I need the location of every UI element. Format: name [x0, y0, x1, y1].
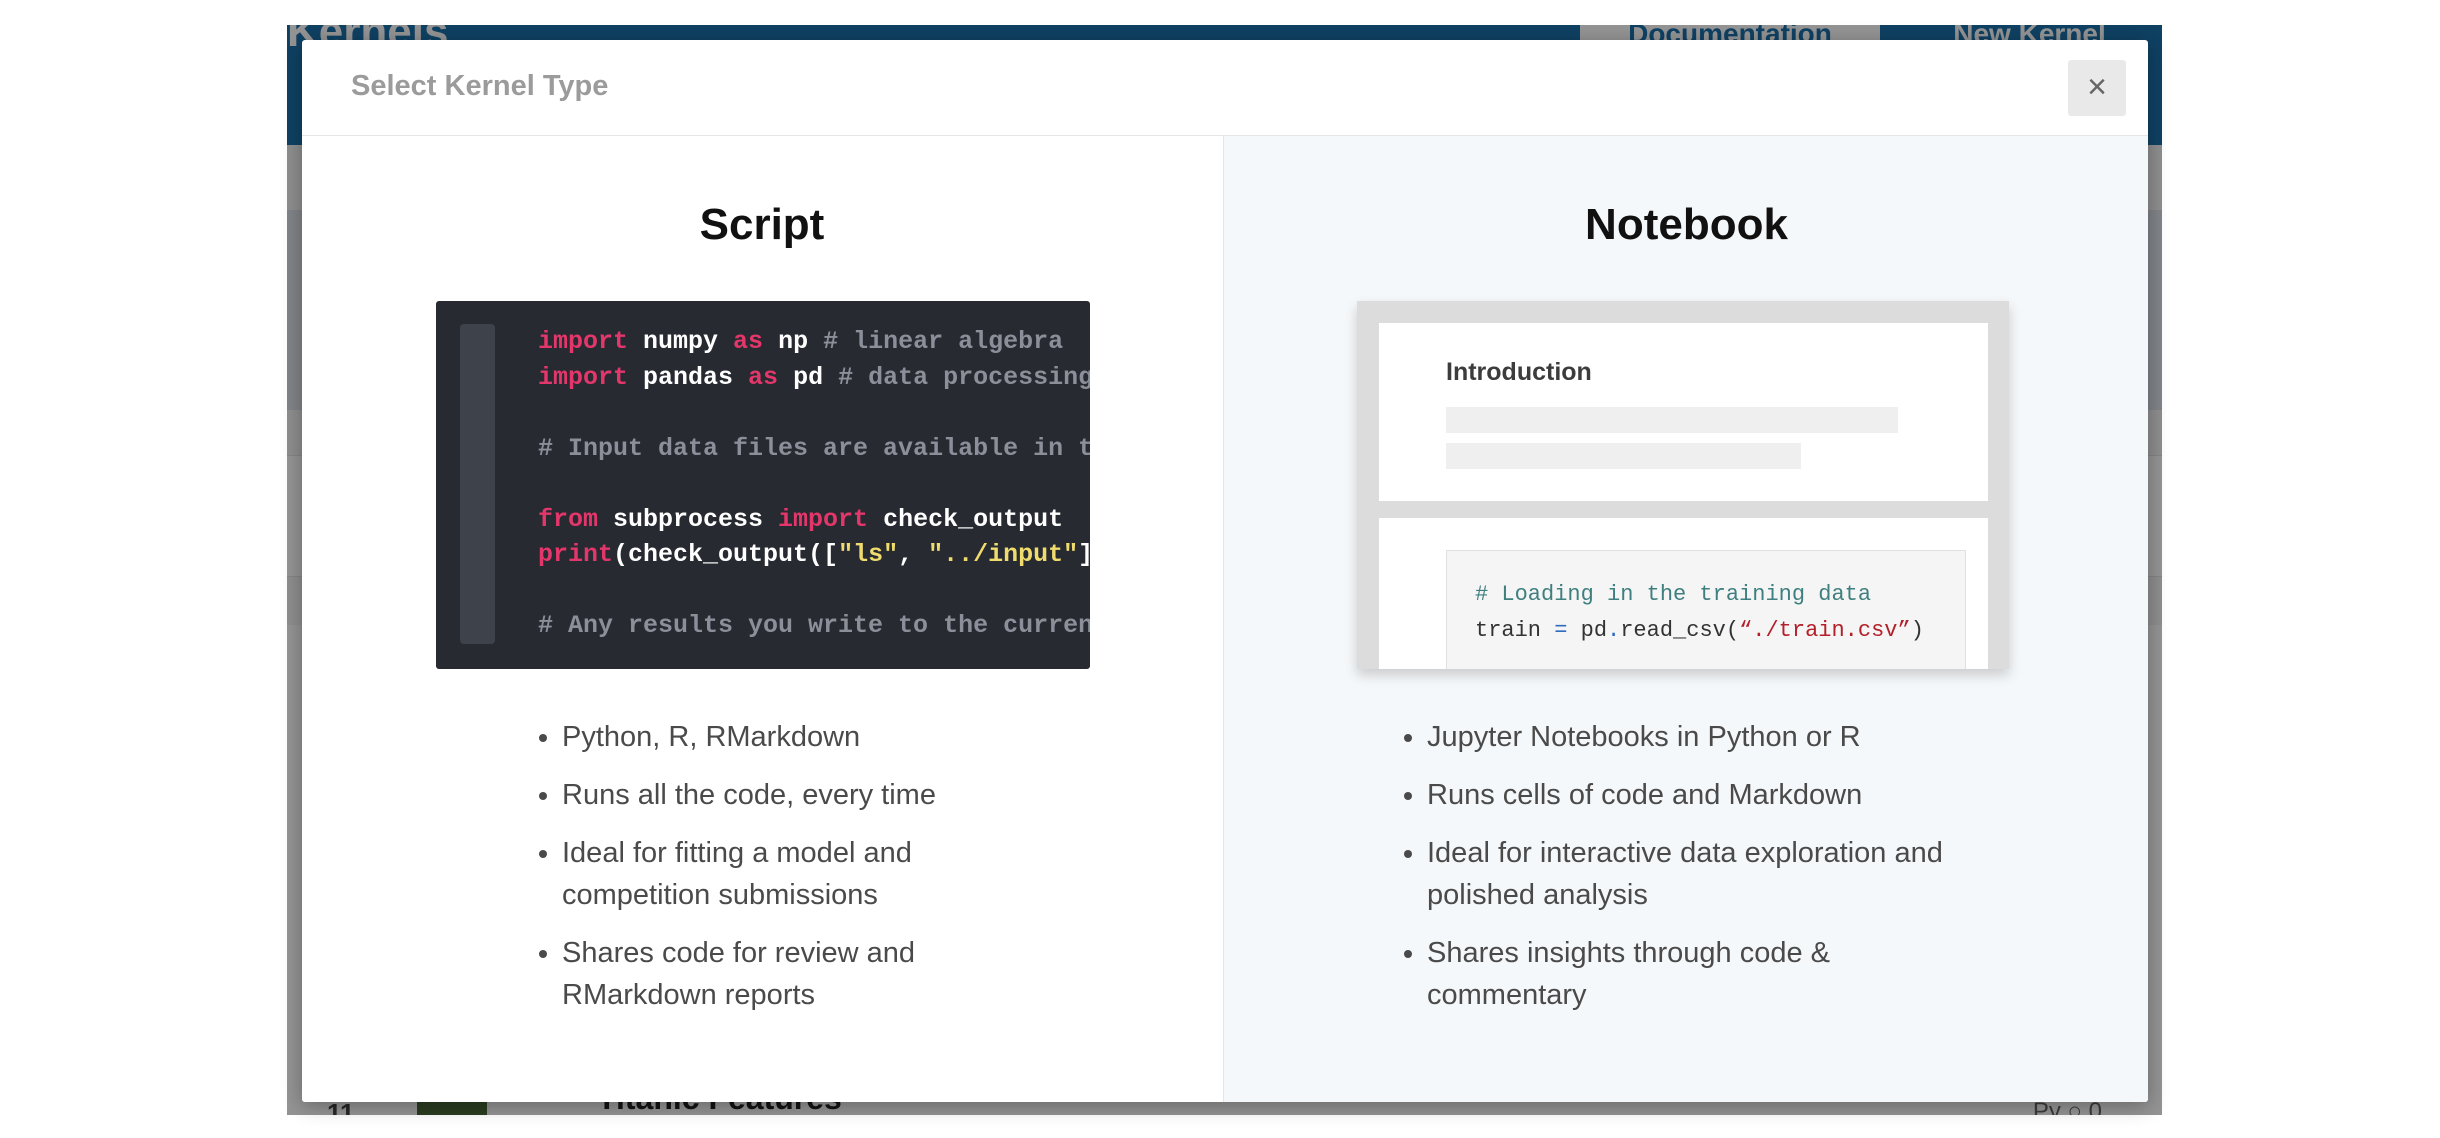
- code-token: check_output: [868, 504, 1064, 534]
- code-token: # Any results you write to the current: [538, 611, 1090, 640]
- modal-title: Select Kernel Type: [351, 70, 609, 102]
- notebook-preview: Introduction # Loading in the training d…: [1357, 301, 2009, 669]
- script-heading: Script: [699, 200, 825, 249]
- notebook-option[interactable]: Notebook Introduction # Loading in the t…: [1223, 136, 2148, 1102]
- code-token: numpy: [628, 327, 734, 356]
- script-option[interactable]: Script import numpy as np # linear algeb…: [302, 136, 1222, 1102]
- code-token: subprocess: [598, 504, 779, 534]
- code-token: pd: [778, 362, 839, 392]
- code-line: import numpy as np # linear algebra: [538, 324, 1090, 360]
- code-string: “./train.csv”: [1739, 618, 1911, 643]
- code-token: import: [538, 327, 629, 356]
- feature-item: Python, R, RMarkdown: [562, 716, 982, 758]
- feature-item: Shares code for review and RMarkdown rep…: [562, 932, 982, 1016]
- feature-item: Jupyter Notebooks in Python or R: [1427, 716, 1967, 758]
- code-token: import: [778, 504, 869, 534]
- code-line: print(check_output(["ls", "../input"]): [538, 537, 1090, 573]
- code-lines: import numpy as np # linear algebra impor…: [538, 324, 1090, 644]
- code-var: train: [1475, 618, 1542, 643]
- text-placeholder: [1446, 407, 1898, 433]
- code-line: # Input data files are available in th: [538, 431, 1090, 467]
- code-gutter: [460, 324, 495, 644]
- feature-item: Runs cells of code and Markdown: [1427, 774, 1967, 816]
- script-features-list: Python, R, RMarkdown Runs all the code, e…: [534, 716, 982, 1032]
- code-token: # data processing,: [838, 362, 1090, 392]
- code-close-paren: ): [1910, 618, 1924, 643]
- code-token: "ls": [838, 540, 899, 569]
- feature-item: Runs all the code, every time: [562, 774, 982, 816]
- code-token: # linear algebra: [823, 327, 1064, 356]
- code-operator: =: [1554, 618, 1568, 643]
- code-line: from subprocess import check_output: [538, 502, 1090, 538]
- code-token: np: [763, 327, 824, 356]
- notebook-heading: Notebook: [1585, 200, 1788, 249]
- feature-item: Ideal for fitting a model and competitio…: [562, 832, 982, 916]
- code-token: (check_output([: [613, 540, 839, 569]
- code-line: # Any results you write to the current: [538, 608, 1090, 644]
- code-comment: # Loading in the training data: [1475, 582, 1872, 607]
- code-token: from: [538, 504, 599, 534]
- code-token: print: [538, 540, 614, 569]
- code-token: # Input data files are available in th: [538, 433, 1090, 463]
- select-kernel-type-modal: Select Kernel Type × Script import numpy…: [302, 40, 2148, 1102]
- close-icon: ×: [2087, 68, 2107, 106]
- code-cell-input: # Loading in the training data train = pd…: [1446, 550, 1966, 669]
- code-token: as: [733, 327, 764, 356]
- code-cell: # Loading in the training data train = pd…: [1379, 518, 1988, 669]
- code-function: read_csv(: [1620, 618, 1740, 643]
- feature-item: Shares insights through code & commentar…: [1427, 932, 1967, 1016]
- code-token: pandas: [628, 362, 749, 392]
- feature-item: Ideal for interactive data exploration a…: [1427, 832, 1967, 916]
- code-token: import: [538, 362, 629, 392]
- markdown-cell-heading: Introduction: [1446, 358, 1592, 386]
- code-line: import pandas as pd # data processing,: [538, 360, 1090, 396]
- text-placeholder: [1446, 443, 1801, 469]
- code-dot: .: [1607, 618, 1621, 643]
- close-button[interactable]: ×: [2068, 60, 2126, 116]
- code-token: "../input": [928, 540, 1079, 569]
- code-cell-lines: # Loading in the training data train = pd…: [1475, 577, 1924, 649]
- script-code-preview: import numpy as np # linear algebra impor…: [436, 301, 1090, 669]
- modal-header: Select Kernel Type ×: [302, 40, 2148, 136]
- code-object: pd: [1580, 618, 1608, 643]
- code-token: as: [748, 362, 779, 392]
- code-token: ,: [898, 540, 929, 569]
- notebook-features-list: Jupyter Notebooks in Python or R Runs cel…: [1399, 716, 1967, 1032]
- code-token: ]): [1078, 540, 1090, 569]
- markdown-cell: Introduction: [1379, 323, 1988, 501]
- code-statement: train = pd.read_csv(“./train.csv”): [1475, 613, 1924, 649]
